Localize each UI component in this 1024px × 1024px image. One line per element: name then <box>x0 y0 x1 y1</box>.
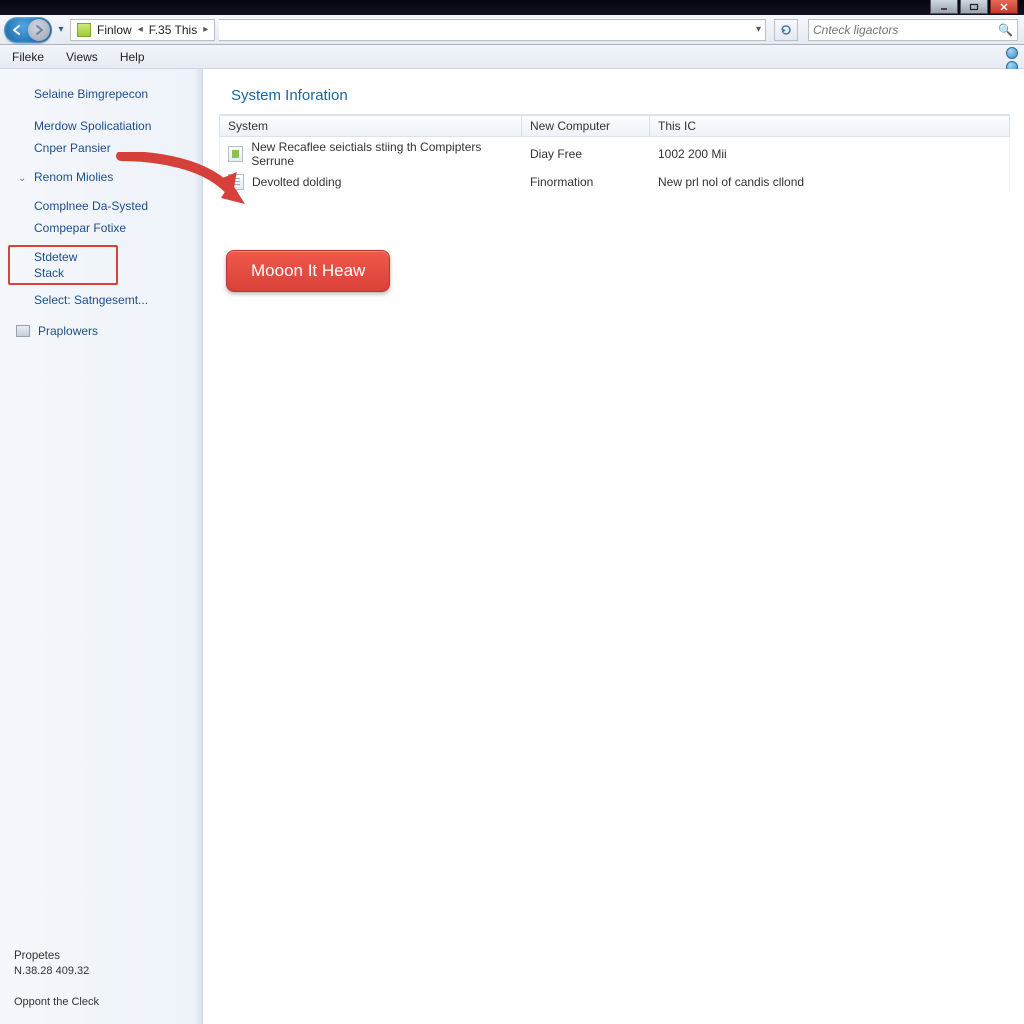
col-this-ic[interactable]: This IC <box>650 116 1009 136</box>
breadcrumb-dropdown[interactable]: ▾ <box>219 19 766 41</box>
crumb-root: Finlow <box>97 23 132 37</box>
menu-file[interactable]: Fileke <box>12 50 44 64</box>
titlebar <box>0 0 1024 15</box>
row-c2: Finormation <box>522 171 650 193</box>
sidebar: Selaine Bimgrepecon Merdow Spolicatiatio… <box>0 69 203 1024</box>
minimize-button[interactable] <box>930 0 958 14</box>
content-area: Selaine Bimgrepecon Merdow Spolicatiatio… <box>0 69 1024 1024</box>
main-panel: System Inforation System New Computer Th… <box>203 69 1024 1024</box>
sidebar-item[interactable]: Compepar Fotixe <box>0 217 202 239</box>
table-row[interactable]: New Recaflee seictials stiing th Compipt… <box>219 137 1010 171</box>
row-name: Devolted dolding <box>252 175 341 189</box>
window-controls <box>928 0 1018 14</box>
row-name: New Recaflee seictials stiing th Compipt… <box>251 140 514 168</box>
sidebar-item-praplowers[interactable]: Praplowers <box>0 321 202 341</box>
file-icon <box>228 174 244 190</box>
back-button[interactable] <box>6 19 28 41</box>
info-table: System New Computer This IC New Recaflee… <box>219 114 1010 193</box>
sidebar-group[interactable]: ⌄ Renom Miolies <box>0 167 202 187</box>
refresh-button[interactable] <box>774 19 798 41</box>
chevron-down-icon: ⌄ <box>18 173 26 184</box>
menubar: Fileke Views Help <box>0 45 1024 69</box>
help-orb-icon[interactable] <box>1006 47 1018 59</box>
sidebar-item[interactable]: Complnee Da-Systed <box>0 195 202 217</box>
row-c3: New prl nol of candis cllond <box>650 171 1009 193</box>
panel-icon <box>16 325 30 337</box>
search-icon: 🔍 <box>998 23 1013 37</box>
sidebar-item-highlighted[interactable]: Stdetew Stack <box>8 245 118 285</box>
sidebar-link[interactable]: Cnper Pansier <box>0 137 202 159</box>
forward-button[interactable] <box>28 19 50 41</box>
maximize-button[interactable] <box>960 0 988 14</box>
callout-bubble: Mooon It Heaw <box>226 250 390 292</box>
col-new-computer[interactable]: New Computer <box>522 116 650 136</box>
close-button[interactable] <box>990 0 1018 14</box>
footer-value: N.38.28 409.32 <box>14 964 99 979</box>
file-icon <box>228 146 243 162</box>
menu-views[interactable]: Views <box>66 50 98 64</box>
footer-action[interactable]: Oppont the Cleck <box>14 995 99 1010</box>
sidebar-link[interactable]: Selaine Bimgrepecon <box>0 83 202 105</box>
sidebar-item-label: Praplowers <box>38 324 98 338</box>
nav-history-dropdown[interactable]: ▾ <box>56 24 66 35</box>
table-header: System New Computer This IC <box>219 115 1010 137</box>
chevron-left-icon: ◂ <box>138 24 143 35</box>
row-c2: Diay Free <box>522 137 650 171</box>
refresh-icon <box>779 23 793 37</box>
sidebar-link[interactable]: Merdow Spolicatiation <box>0 115 202 137</box>
table-row[interactable]: Devolted dolding Finormation New prl nol… <box>219 171 1010 193</box>
search-input[interactable] <box>813 23 998 37</box>
col-system[interactable]: System <box>220 116 522 136</box>
menu-help[interactable]: Help <box>120 50 145 64</box>
sidebar-footer: Propetes N.38.28 409.32 Oppont the Cleck <box>14 949 99 1010</box>
chevron-right-icon: ▸ <box>203 24 208 35</box>
crumb-leaf: F.35 This <box>149 23 197 37</box>
sidebar-group-label: Renom Miolies <box>34 170 113 184</box>
window-frame: ▾ Finlow ◂ F.35 This ▸ ▾ 🔍 Fileke Views … <box>0 0 1024 1024</box>
footer-title: Propetes <box>14 949 99 964</box>
nav-toolbar: ▾ Finlow ◂ F.35 This ▸ ▾ 🔍 <box>0 15 1024 45</box>
row-c3: 1002 200 Mii <box>650 137 1009 171</box>
folder-icon <box>77 23 91 37</box>
breadcrumb[interactable]: Finlow ◂ F.35 This ▸ <box>70 19 215 41</box>
page-title: System Inforation <box>203 69 1024 114</box>
sidebar-item[interactable]: Select: Satngesemt... <box>0 289 202 311</box>
search-box[interactable]: 🔍 <box>808 19 1018 41</box>
nav-buttons <box>4 17 52 43</box>
